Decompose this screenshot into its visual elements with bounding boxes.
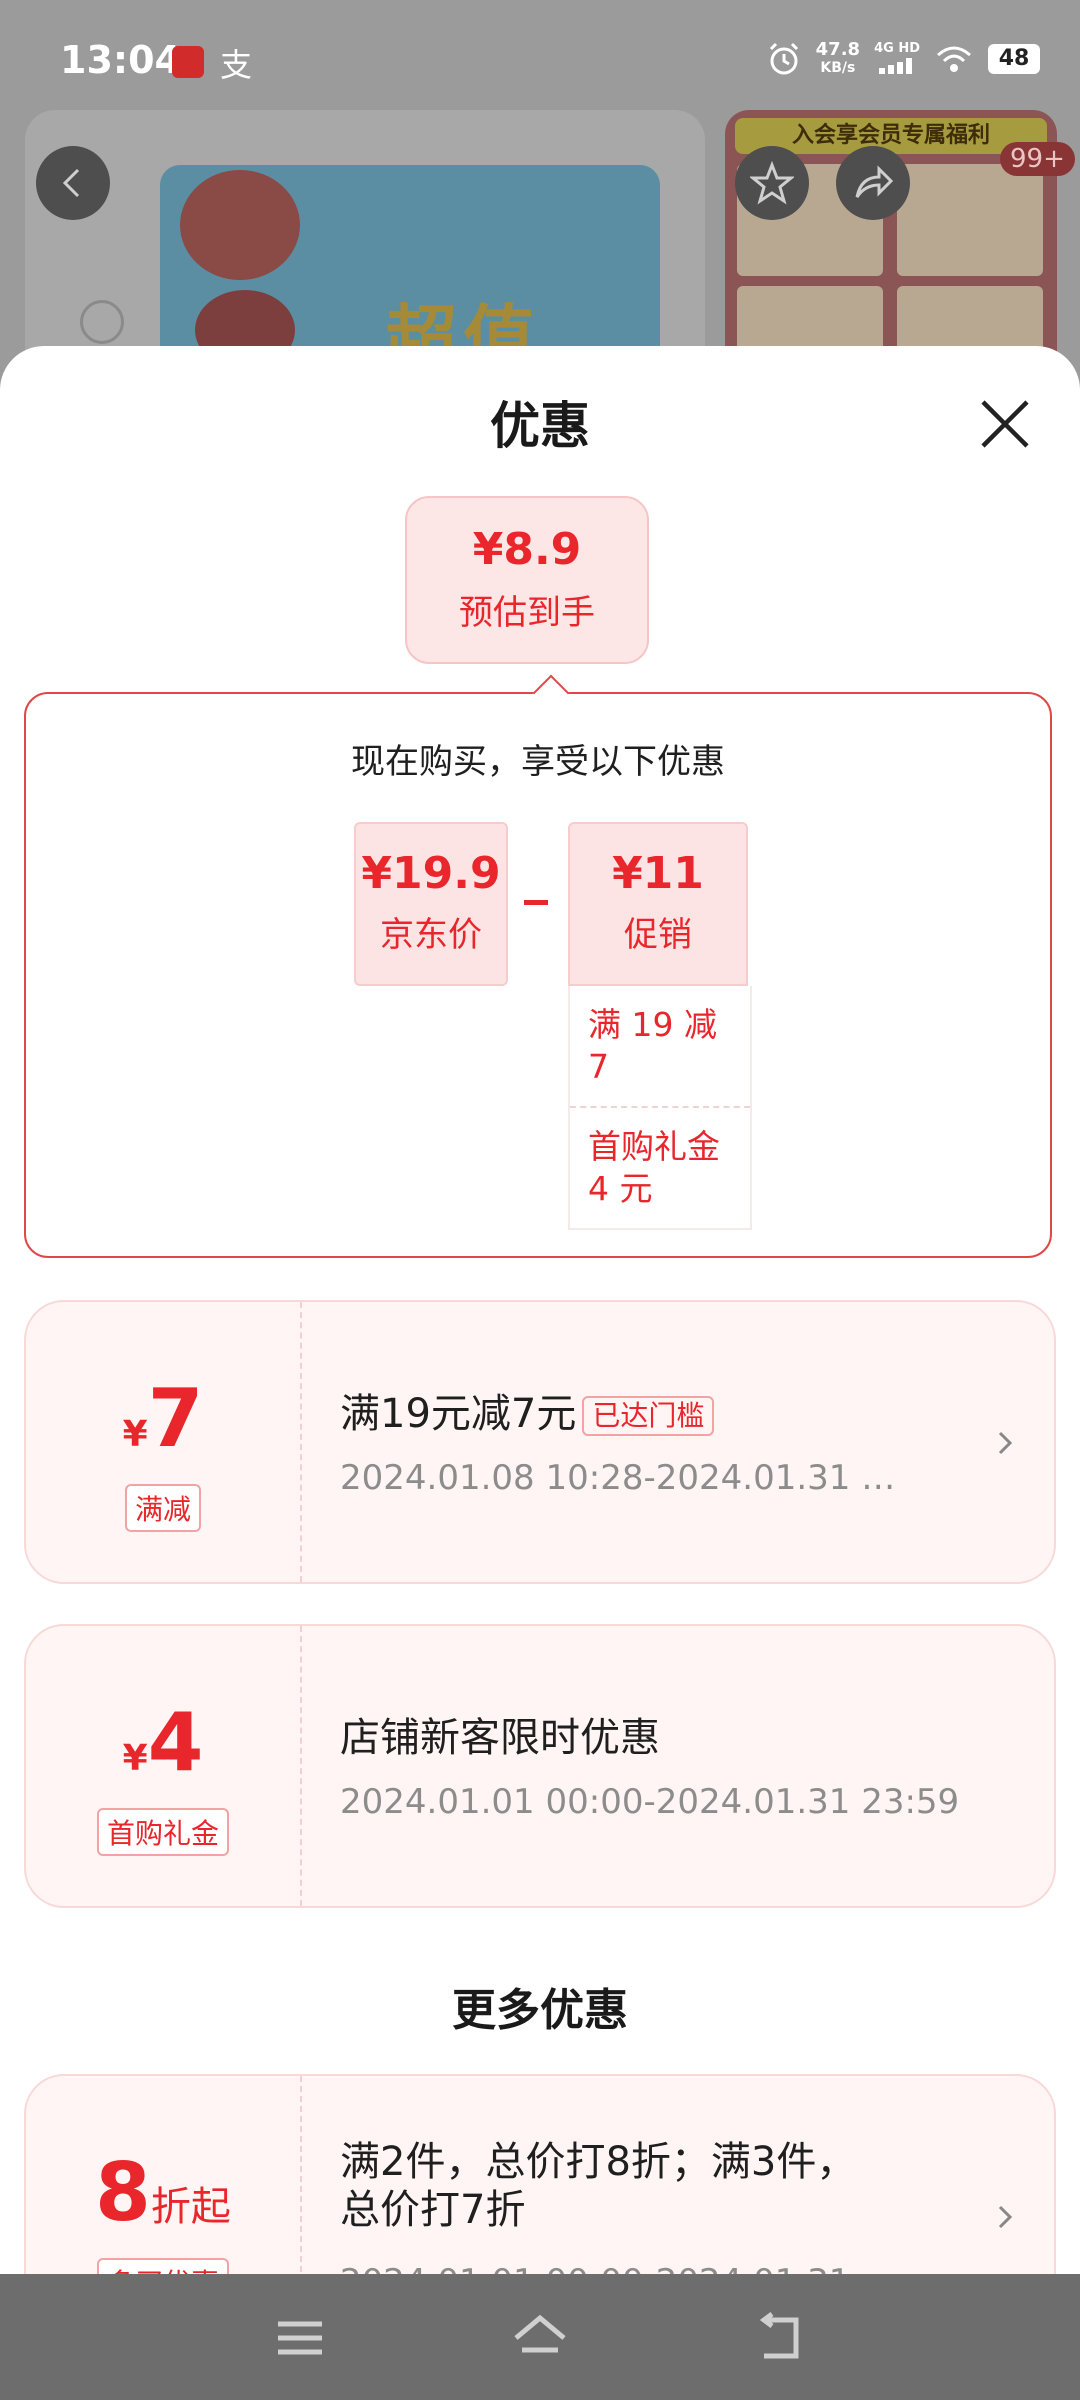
promotion-pill: ¥11 促销 — [568, 822, 748, 986]
coupon-amount: ¥7 — [122, 1372, 204, 1465]
coupon-amount: 8折起 — [95, 2146, 231, 2239]
battery-indicator: 48 — [988, 44, 1040, 74]
back-icon — [759, 2312, 799, 2359]
notification-app-icon — [172, 46, 204, 78]
favorite-button — [735, 146, 809, 220]
coupon-tag: 满减 — [26, 1484, 300, 1532]
recents-button[interactable] — [270, 2310, 330, 2366]
promotion-item: 首购礼金 4 元 — [570, 1106, 750, 1228]
signal-bars-icon — [879, 58, 913, 74]
coupon-period: 2024.01.08 10:28-2024.01.31 … — [340, 1458, 896, 1498]
system-nav-bar — [0, 2274, 1080, 2400]
coupon-tag: 首购礼金 — [26, 1808, 300, 1856]
select-circle — [80, 300, 124, 344]
signal-indicator: 4G HD — [874, 40, 920, 78]
coupon-title: 满19元减7元 已达门槛 — [340, 1390, 715, 1438]
chevron-right-icon — [998, 1431, 1013, 1455]
network-speed: 47.8 KB/s — [815, 39, 861, 77]
share-button — [836, 146, 910, 220]
coupon-full-reduction[interactable]: ¥7 满减 满19元减7元 已达门槛 2024.01.08 10:28-2024.… — [24, 1300, 1056, 1584]
alarm-icon — [769, 42, 798, 75]
close-icon — [981, 400, 1029, 448]
wifi-icon — [937, 46, 971, 72]
estimated-price-label: 预估到手 — [459, 593, 595, 633]
home-button[interactable] — [510, 2310, 570, 2366]
back-button — [36, 146, 110, 220]
coupon-multi-buy[interactable]: 8折起 多买优惠 满2件，总价打8折；满3件， 总价打7折 2024.01.01… — [24, 2074, 1056, 2276]
close-button[interactable] — [975, 394, 1035, 454]
discount-sheet: 优惠 ¥8.9 预估到手 现在购买，享受以下优惠 ¥19.9 京东价 ¥11 促… — [0, 346, 1080, 2276]
coupon-amount: ¥4 — [122, 1696, 204, 1789]
home-icon — [514, 2314, 566, 2353]
breakdown-title: 现在购买，享受以下优惠 — [351, 742, 725, 782]
chevron-right-icon — [998, 2205, 1013, 2229]
alipay-icon: 支 — [220, 46, 253, 84]
share-icon — [855, 165, 894, 198]
coupon-period: 2024.01.01 00:00-2024.01.31 23:59 — [340, 1782, 960, 1822]
estimated-price: ¥8.9 — [472, 524, 582, 575]
chevron-left-icon — [62, 168, 80, 198]
cart-count-badge: 99+ — [1000, 142, 1075, 176]
coupon-title: 店铺新客限时优惠 — [340, 1715, 660, 1761]
star-icon — [750, 161, 794, 205]
back-nav-button[interactable] — [750, 2310, 810, 2366]
status-bar: 13:04 支 47.8 KB/s 4G HD 48 — [0, 0, 1080, 120]
promotion-item: 满 19 减 7 — [588, 1005, 717, 1086]
promotion-items: 满 19 减 7 首购礼金 4 元 — [568, 986, 752, 1230]
minus-sign — [524, 900, 548, 905]
estimated-price-box: ¥8.9 预估到手 — [405, 496, 649, 664]
more-offers-title: 更多优惠 — [452, 1985, 628, 2036]
coupon-first-purchase: ¥4 首购礼金 店铺新客限时优惠 2024.01.01 00:00-2024.0… — [24, 1624, 1056, 1908]
coupon-title: 满2件，总价打8折；满3件， 总价打7折 — [340, 2139, 857, 2233]
jd-price-pill: ¥19.9 京东价 — [354, 822, 508, 986]
status-time: 13:04 — [60, 38, 181, 82]
menu-icon — [278, 2321, 322, 2355]
threshold-reached-badge: 已达门槛 — [582, 1396, 715, 1436]
price-breakdown: 现在购买，享受以下优惠 ¥19.9 京东价 ¥11 促销 满 19 减 7 首购… — [24, 674, 1052, 1258]
sheet-title: 优惠 — [490, 397, 590, 455]
